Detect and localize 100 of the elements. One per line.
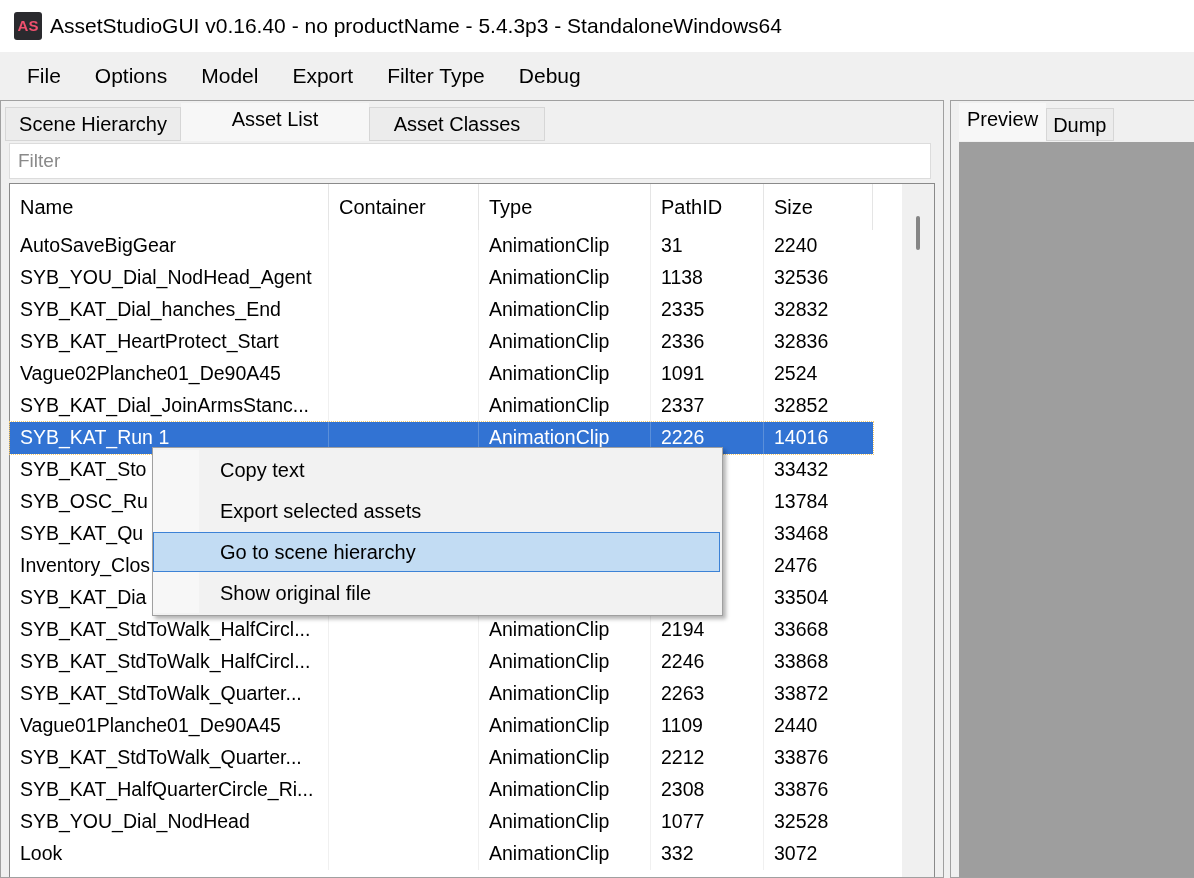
column-header[interactable]: PathID: [651, 184, 764, 230]
table-cell-text: AnimationClip: [489, 617, 610, 643]
table-cell-text: SYB_KAT_HeartProtect_Start: [20, 329, 279, 355]
table-cell-text: 2440: [774, 713, 818, 739]
table-cell-text: SYB_KAT_Run 1: [20, 425, 170, 451]
tab[interactable]: Asset Classes: [369, 107, 545, 141]
column-header[interactable]: Name: [10, 184, 329, 230]
table-cell-text: 14016: [774, 425, 829, 451]
table-cell-text: 2263: [661, 681, 705, 707]
table-cell-text: SYB_KAT_Dial_hanches_End: [20, 297, 281, 323]
table-cell-text: AutoSaveBigGear: [20, 233, 177, 259]
table-cell-text: 2226: [661, 425, 705, 451]
table-cell-text: AnimationClip: [489, 329, 610, 355]
table-cell-text: AnimationClip: [489, 265, 610, 291]
table-cell-text: 33432: [774, 457, 829, 483]
table-row[interactable]: SYB_YOU_Dial_NodHead_Agent AnimationClip 1138 32536: [10, 262, 873, 294]
table-cell-text: SYB_YOU_Dial_NodHead: [20, 809, 250, 835]
table-cell-text: 33872: [774, 681, 829, 707]
table-cell-text: Vague01Planche01_De90A45: [20, 713, 281, 739]
column-header[interactable]: Type: [479, 184, 651, 230]
table-row[interactable]: Look AnimationClip 332 3072: [10, 838, 873, 870]
table-cell-text: 33468: [774, 521, 829, 547]
context-menu-item[interactable]: Export selected assets: [153, 490, 720, 532]
filter-field[interactable]: Filter: [9, 143, 931, 179]
table-cell-text: AnimationClip: [489, 745, 610, 771]
table-cell-text: 2336: [661, 329, 705, 355]
table-row[interactable]: SYB_KAT_HalfQuarterCircle_Ri... AnimationClip 2308 33876: [10, 774, 873, 806]
table-cell-text: AnimationClip: [489, 425, 610, 451]
menu-item[interactable]: Model: [186, 60, 274, 92]
table-row[interactable]: SYB_KAT_Dial_hanches_End AnimationClip 2335 32832: [10, 294, 873, 326]
column-header[interactable]: Size: [764, 184, 873, 230]
table-cell-text: 2335: [661, 297, 705, 323]
context-menu-item[interactable]: Go to scene hierarchy: [153, 531, 720, 573]
table-cell-text: 3072: [774, 841, 818, 867]
table-cell-text: SYB_KAT_StdToWalk_Quarter...: [20, 681, 302, 707]
table-cell-text: 32852: [774, 393, 829, 419]
table-cell-text: 2212: [661, 745, 705, 771]
table-row[interactable]: SYB_KAT_HeartProtect_Start AnimationClip 2336 32836: [10, 326, 873, 358]
table-cell-text: 13784: [774, 489, 829, 515]
table-cell-text: AnimationClip: [489, 841, 610, 867]
table-cell-text: 33876: [774, 745, 829, 771]
table-cell-text: 2524: [774, 361, 818, 387]
table-cell-text: AnimationClip: [489, 809, 610, 835]
table-row[interactable]: Vague02Planche01_De90A45 AnimationClip 1091 2524: [10, 358, 873, 390]
table-cell-text: AnimationClip: [489, 393, 610, 419]
table-cell-text: SYB_KAT_Dia: [20, 585, 147, 611]
table-cell-text: AnimationClip: [489, 713, 610, 739]
table-cell-text: SYB_KAT_Dial_JoinArmsStanc...: [20, 393, 309, 419]
table-cell-text: SYB_KAT_StdToWalk_Quarter...: [20, 745, 302, 771]
table-cell-text: 1091: [661, 361, 705, 387]
table-cell-text: 31: [661, 233, 683, 259]
table-cell-text: Look: [20, 841, 63, 867]
scrollbar[interactable]: [902, 184, 934, 877]
table-row[interactable]: SYB_KAT_StdToWalk_HalfCircl... AnimationClip 2246 33868: [10, 646, 873, 678]
tab[interactable]: Asset List: [181, 103, 369, 141]
table-row[interactable]: SYB_KAT_StdToWalk_Quarter... AnimationClip 2212 33876: [10, 742, 873, 774]
column-header[interactable]: Container: [329, 184, 479, 230]
table-row[interactable]: AutoSaveBigGear AnimationClip 31 2240: [10, 230, 873, 262]
table-cell-text: 2337: [661, 393, 705, 419]
table-cell-text: SYB_KAT_StdToWalk_HalfCircl...: [20, 649, 311, 675]
tab[interactable]: Scene Hierarchy: [5, 107, 181, 141]
table-cell-text: AnimationClip: [489, 233, 610, 259]
context-menu-item[interactable]: Show original file: [153, 572, 720, 613]
table-cell-text: SYB_KAT_HalfQuarterCircle_Ri...: [20, 777, 314, 803]
table-cell-text: 2240: [774, 233, 818, 259]
table-cell-text: 32836: [774, 329, 829, 355]
menu-item[interactable]: Debug: [503, 60, 596, 92]
table-cell-text: AnimationClip: [489, 297, 610, 323]
menu-item[interactable]: File: [12, 60, 76, 92]
table-cell-text: 1109: [661, 713, 703, 739]
table-cell-text: 2476: [774, 553, 818, 579]
table-row[interactable]: SYB_YOU_Dial_NodHead AnimationClip 1077 32528: [10, 806, 873, 838]
table-cell-text: 32536: [774, 265, 829, 291]
table-cell-text: 2194: [661, 617, 705, 643]
table-cell-text: 2246: [661, 649, 705, 675]
table-cell-text: 32528: [774, 809, 829, 835]
table-cell-text: 33504: [774, 585, 829, 611]
table-cell-text: 32832: [774, 297, 829, 323]
menu-item[interactable]: Options: [79, 60, 183, 92]
table-cell-text: 332: [661, 841, 694, 867]
table-cell-text: 2308: [661, 777, 705, 803]
table-cell-text: Vague02Planche01_De90A45: [20, 361, 281, 387]
table-cell-text: SYB_KAT_Sto: [20, 457, 147, 483]
table-cell-text: SYB_KAT_Qu: [20, 521, 144, 547]
table-cell-text: 1138: [661, 265, 703, 291]
app-logo: AS: [14, 12, 42, 40]
table-cell-text: SYB_KAT_StdToWalk_HalfCircl...: [20, 617, 311, 643]
table-cell-text: 33668: [774, 617, 829, 643]
tab[interactable]: Preview: [959, 103, 1047, 141]
table-cell-text: 1077: [661, 809, 705, 835]
table-cell-text: 33868: [774, 649, 829, 675]
table-row[interactable]: SYB_KAT_StdToWalk_Quarter... AnimationClip 2263 33872: [10, 678, 873, 710]
tab[interactable]: Dump: [1046, 108, 1114, 141]
menu-item[interactable]: Filter Type: [372, 60, 500, 92]
table-cell-text: AnimationClip: [489, 777, 610, 803]
menu-item[interactable]: Export: [277, 60, 369, 92]
table-cell-text: SYB_YOU_Dial_NodHead_Agent: [20, 265, 312, 291]
table-cell-text: AnimationClip: [489, 361, 610, 387]
table-row[interactable]: Vague01Planche01_De90A45 AnimationClip 1109 2440: [10, 710, 873, 742]
table-cell-text: AnimationClip: [489, 649, 610, 675]
